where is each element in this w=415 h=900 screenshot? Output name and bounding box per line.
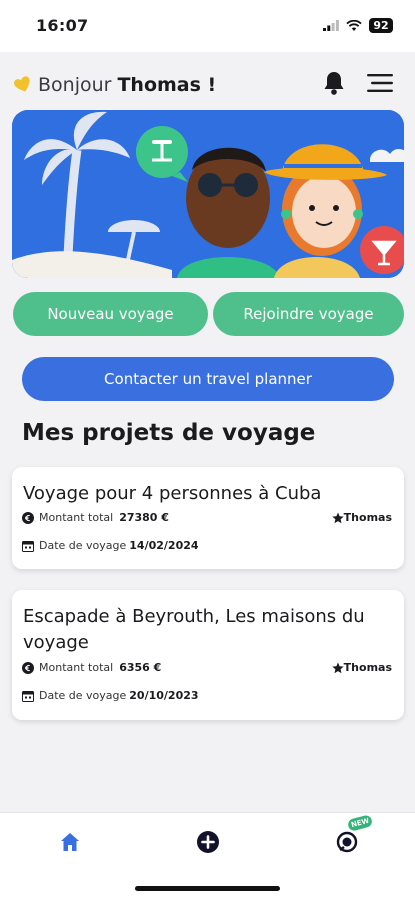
notifications-button[interactable] [323, 70, 345, 100]
status-time: 16:07 [36, 16, 89, 35]
hero-banner [12, 110, 404, 278]
battery-indicator: 92 [369, 18, 393, 33]
new-badge: NEW [346, 814, 374, 832]
amount-value: 27380 € [119, 511, 169, 524]
nav-add[interactable] [193, 827, 223, 857]
greeting-text: Bonjour [38, 74, 112, 96]
nav-chat[interactable]: NEW [332, 814, 374, 857]
amount-label: Montant total [39, 661, 114, 674]
amount-label: Montant total [39, 511, 114, 524]
date-value: 20/10/2023 [129, 689, 199, 702]
chat-icon [336, 831, 358, 853]
user-name: Thomas ! [117, 74, 217, 96]
project-title: Voyage pour 4 personnes à Cuba [23, 483, 322, 504]
home-icon [61, 833, 79, 851]
euro-icon [22, 511, 34, 524]
amount-row: Montant total 27380 € Thomas [22, 511, 392, 524]
project-card[interactable]: Voyage pour 4 personnes à Cuba Montant t… [12, 467, 404, 569]
status-icons: 92 [323, 18, 393, 33]
contact-planner-button[interactable]: Contacter un travel planner [22, 357, 394, 401]
owner-name: Thomas [343, 661, 392, 674]
bell-icon [324, 72, 344, 95]
add-icon [197, 831, 219, 853]
section-title: Mes projets de voyage [22, 420, 316, 446]
date-label: Date de voyage [39, 539, 127, 552]
project-title: Escapade à Beyrouth, Les maisons du voya… [23, 606, 365, 653]
join-trip-button[interactable]: Rejoindre voyage [213, 292, 404, 336]
new-trip-button[interactable]: Nouveau voyage [13, 292, 208, 336]
date-value: 14/02/2024 [129, 539, 199, 552]
owner: Thomas [331, 661, 392, 674]
star-icon [331, 662, 344, 673]
calendar-icon [22, 690, 34, 702]
date-row: Date de voyage 14/02/2024 [22, 539, 392, 552]
owner-name: Thomas [343, 511, 392, 524]
wifi-icon [346, 19, 362, 31]
greeting: Bonjour Thomas ! [14, 74, 216, 96]
signal-icon [323, 20, 339, 31]
euro-icon [22, 661, 34, 674]
date-row: Date de voyage 20/10/2023 [22, 689, 392, 702]
status-bar: 16:07 92 [0, 0, 415, 52]
date-label: Date de voyage [39, 689, 127, 702]
app-header: Bonjour Thomas ! [0, 52, 415, 108]
owner: Thomas [331, 511, 392, 524]
amount-value: 6356 € [119, 661, 162, 674]
calendar-icon [22, 540, 34, 552]
home-indicator [135, 886, 280, 891]
nav-home[interactable] [55, 827, 85, 857]
amount-row: Montant total 6356 € Thomas [22, 661, 392, 674]
menu-button[interactable] [367, 74, 393, 96]
star-icon [331, 512, 344, 523]
travel-illustration [12, 110, 404, 278]
menu-icon [367, 74, 393, 92]
project-card[interactable]: Escapade à Beyrouth, Les maisons du voya… [12, 590, 404, 720]
heart-icon [14, 76, 30, 92]
